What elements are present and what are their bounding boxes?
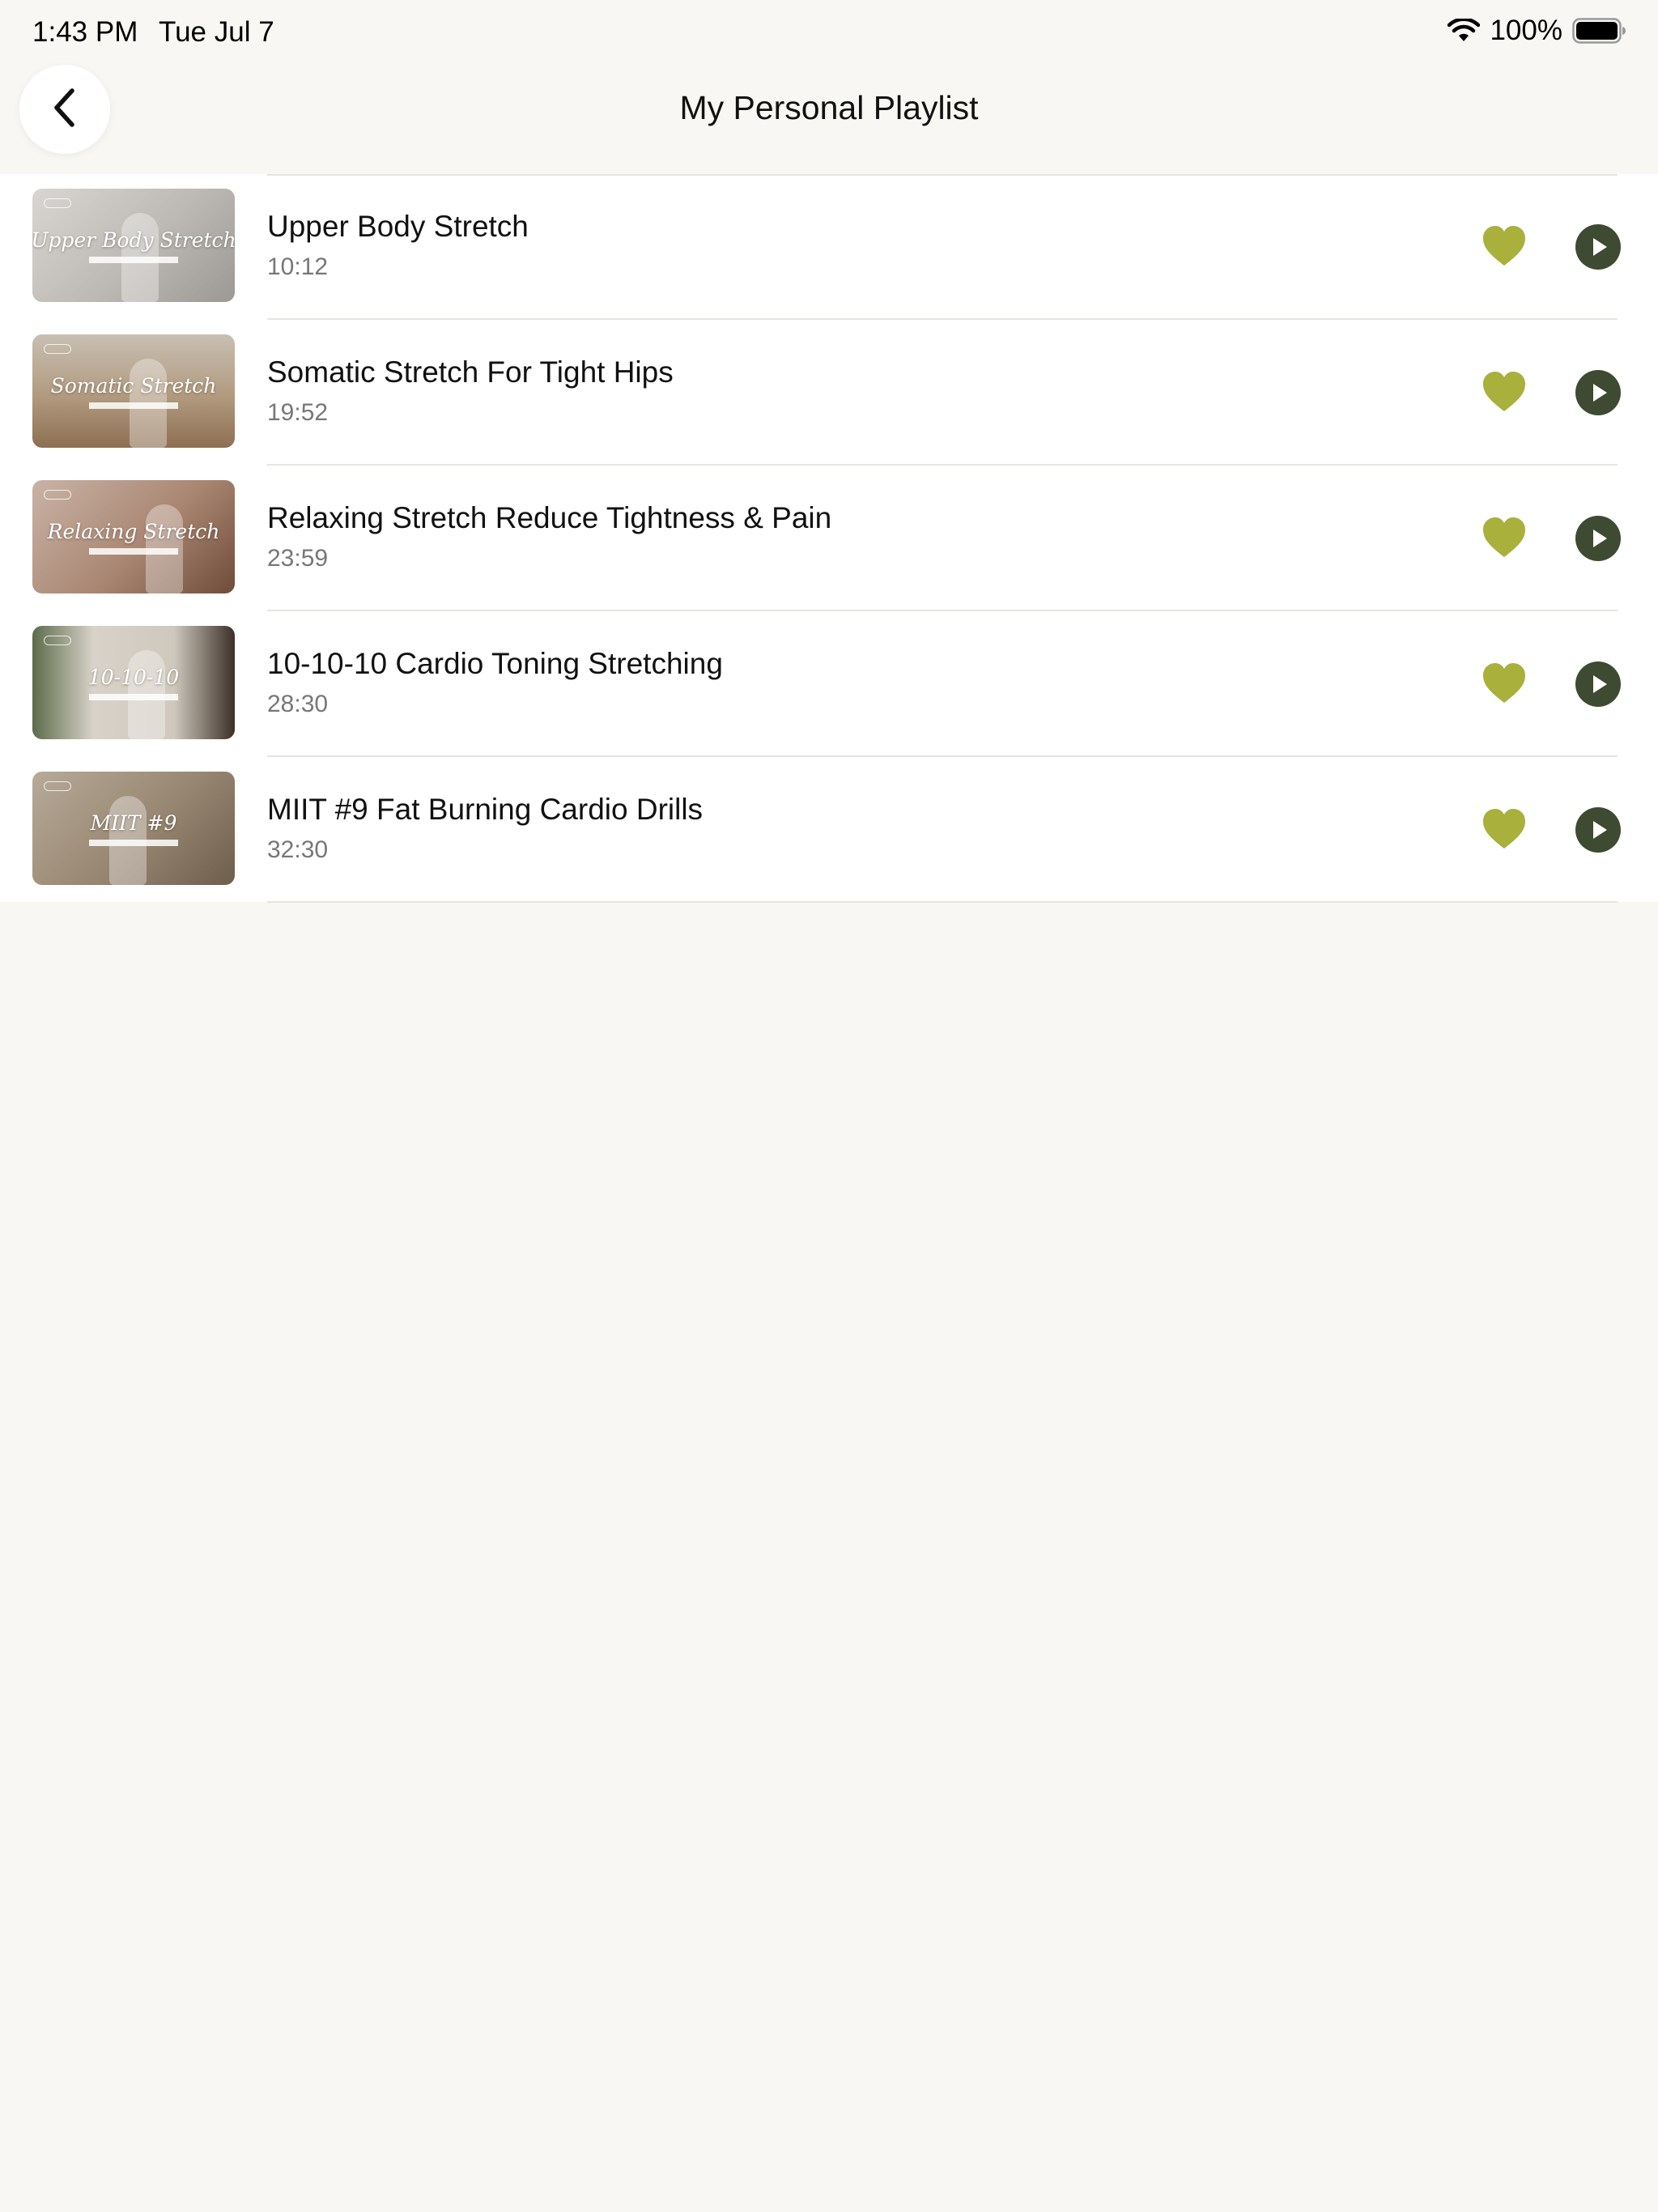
status-indicators: 100% [1448,15,1627,47]
play-icon [1575,807,1621,853]
play-button[interactable] [1575,661,1621,707]
divider [267,901,1618,903]
heart-icon [1482,225,1527,267]
video-duration: 10:12 [267,253,329,280]
thumbnail-title: Relaxing Stretch [47,519,220,543]
favorite-button[interactable] [1482,225,1527,267]
nav-bar: My Personal Playlist [0,65,1658,175]
favorite-button[interactable] [1482,517,1527,559]
video-thumbnail: MIIT #9 [32,772,235,885]
heart-icon [1482,662,1527,704]
heart-icon [1482,808,1527,850]
thumbnail-title: Somatic Stretch [50,373,217,398]
page-title: My Personal Playlist [679,89,979,126]
favorite-button[interactable] [1482,371,1527,413]
favorite-button[interactable] [1482,808,1527,850]
video-title: Relaxing Stretch Reduce Tightness & Pain [267,501,832,534]
video-title: MIIT #9 Fat Burning Cardio Drills [267,793,704,826]
list-item[interactable]: MIIT #9 MIIT #9 Fat Burning Cardio Drill… [0,757,1658,903]
playlist: Upper Body Stretch Upper Body Stretch 10… [0,174,1658,903]
video-duration: 32:30 [267,836,329,863]
video-title: Somatic Stretch For Tight Hips [267,355,674,389]
play-button[interactable] [1575,224,1621,270]
list-item[interactable]: 10-10-10 10-10-10 Cardio Toning Stretchi… [0,611,1658,757]
play-icon [1575,370,1621,415]
status-date: Tue Jul 7 [159,16,274,48]
favorite-button[interactable] [1482,662,1527,704]
thumbnail-title: Upper Body Stretch [32,228,235,252]
battery-icon [1572,18,1627,44]
play-icon [1575,661,1621,707]
status-time: 1:43 PM [32,16,138,48]
play-button[interactable] [1575,370,1621,415]
play-icon [1575,224,1621,270]
play-icon [1575,516,1621,561]
play-button[interactable] [1575,516,1621,561]
thumbnail-title: 10-10-10 [87,665,180,689]
play-button[interactable] [1575,807,1621,853]
wifi-icon [1448,19,1481,43]
video-title: Upper Body Stretch [267,210,529,243]
heart-icon [1482,371,1527,413]
video-duration: 28:30 [267,691,329,717]
status-bar: 1:43 PM Tue Jul 7 100% [0,0,1658,65]
thumbnail-title: MIIT #9 [90,810,177,835]
video-thumbnail: Upper Body Stretch [32,189,235,302]
list-item[interactable]: Relaxing Stretch Relaxing Stretch Reduce… [0,466,1658,611]
video-thumbnail: Somatic Stretch [32,334,235,448]
battery-percent: 100% [1490,15,1562,46]
video-duration: 23:59 [267,545,329,572]
video-thumbnail: Relaxing Stretch [32,480,235,593]
video-title: 10-10-10 Cardio Toning Stretching [267,647,723,680]
heart-icon [1482,517,1527,559]
list-item[interactable]: Somatic Stretch Somatic Stretch For Tigh… [0,320,1658,466]
list-item[interactable]: Upper Body Stretch Upper Body Stretch 10… [0,174,1658,320]
video-duration: 19:52 [267,399,329,426]
video-thumbnail: 10-10-10 [32,626,235,739]
